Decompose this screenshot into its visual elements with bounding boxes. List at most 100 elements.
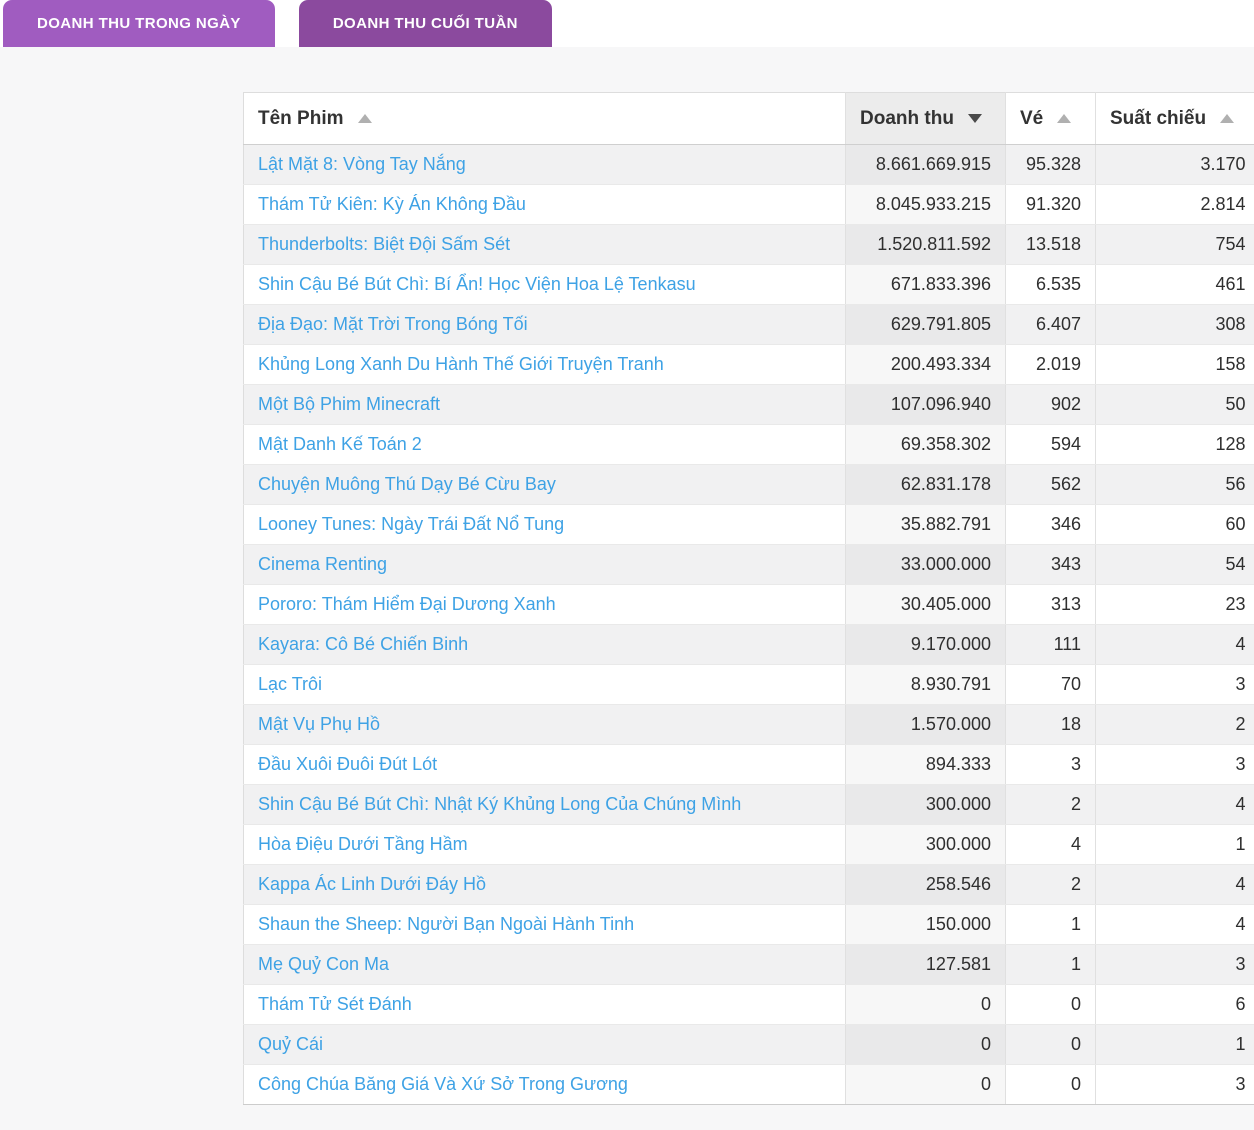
movie-title-link[interactable]: Khủng Long Xanh Du Hành Thế Giới Truyện … (258, 354, 664, 374)
movie-title-link[interactable]: Thunderbolts: Biệt Đội Sấm Sét (258, 234, 510, 254)
column-header-ten-phim[interactable]: Tên Phim (244, 93, 846, 145)
table-header: Tên Phim Doanh thu Vé Suất chiếu (244, 93, 1254, 145)
table-row: Thunderbolts: Biệt Đội Sấm Sét 1.520.811.… (244, 225, 1254, 265)
table-row: Hòa Điệu Dưới Tầng Hầm300.00041 (244, 825, 1254, 865)
tickets-cell: 3 (1006, 745, 1096, 785)
revenue-cell: 300.000 (846, 825, 1006, 865)
movie-title-link[interactable]: Mẹ Quỷ Con Ma (258, 954, 389, 974)
movie-name-cell: Lật Mặt 8: Vòng Tay Nắng (244, 145, 846, 185)
revenue-cell: 8.661.669.915 (846, 145, 1006, 185)
showings-cell: 3 (1096, 1065, 1254, 1105)
sort-asc-icon (1057, 114, 1071, 123)
showings-cell: 4 (1096, 625, 1254, 665)
table-row: Kappa Ác Linh Dưới Đáy Hồ258.54624 (244, 865, 1254, 905)
revenue-cell: 0 (846, 985, 1006, 1025)
tab-doanh-thu-cuoi-tuan[interactable]: DOANH THU CUỐI TUẦN (299, 0, 552, 47)
showings-cell: 3 (1096, 945, 1254, 985)
sort-asc-icon (1220, 114, 1234, 123)
table-row: Công Chúa Băng Giá Và Xứ Sở Trong Gương0… (244, 1065, 1254, 1105)
tickets-cell: 346 (1006, 505, 1096, 545)
column-header-suat-chieu[interactable]: Suất chiếu (1096, 93, 1254, 145)
tickets-cell: 313 (1006, 585, 1096, 625)
tabs-bar: DOANH THU TRONG NGÀY DOANH THU CUỐI TUẦN (0, 0, 1254, 47)
movie-title-link[interactable]: Địa Đạo: Mặt Trời Trong Bóng Tối (258, 314, 528, 334)
table-row: Looney Tunes: Ngày Trái Đất Nổ Tung35.88… (244, 505, 1254, 545)
tickets-cell: 0 (1006, 1025, 1096, 1065)
movie-title-link[interactable]: Looney Tunes: Ngày Trái Đất Nổ Tung (258, 514, 564, 534)
movie-title-link[interactable]: Hòa Điệu Dưới Tầng Hầm (258, 834, 468, 854)
revenue-cell: 127.581 (846, 945, 1006, 985)
column-header-label: Tên Phim (258, 108, 344, 129)
tab-doanh-thu-trong-ngay[interactable]: DOANH THU TRONG NGÀY (3, 0, 275, 47)
column-header-ve[interactable]: Vé (1006, 93, 1096, 145)
tickets-cell: 18 (1006, 705, 1096, 745)
movie-title-link[interactable]: Đầu Xuôi Đuôi Đút Lót (258, 754, 437, 774)
movie-title-link[interactable]: Cinema Renting (258, 554, 387, 574)
movie-name-cell: Shaun the Sheep: Người Bạn Ngoài Hành Ti… (244, 905, 846, 945)
movie-title-link[interactable]: Một Bộ Phim Minecraft (258, 394, 440, 414)
tickets-cell: 70 (1006, 665, 1096, 705)
movie-title-link[interactable]: Lật Mặt 8: Vòng Tay Nắng (258, 154, 466, 174)
movie-title-link[interactable]: Pororo: Thám Hiểm Đại Dương Xanh (258, 594, 556, 614)
showings-cell: 461 (1096, 265, 1254, 305)
movie-name-cell: Một Bộ Phim Minecraft (244, 385, 846, 425)
movie-title-link[interactable]: Thám Tử Sét Đánh (258, 994, 412, 1014)
showings-cell: 158 (1096, 345, 1254, 385)
movie-title-link[interactable]: Mật Vụ Phụ Hồ (258, 714, 380, 734)
tickets-cell: 95.328 (1006, 145, 1096, 185)
movie-name-cell: Khủng Long Xanh Du Hành Thế Giới Truyện … (244, 345, 846, 385)
movie-title-link[interactable]: Shin Cậu Bé Bút Chì: Bí Ẩn! Học Viện Hoa… (258, 274, 696, 294)
page-background: Tên Phim Doanh thu Vé Suất chiếu Lật Mặt… (0, 47, 1254, 1130)
table-row: Shaun the Sheep: Người Bạn Ngoài Hành Ti… (244, 905, 1254, 945)
table-row: Cinema Renting33.000.00034354 (244, 545, 1254, 585)
showings-cell: 2.814 (1096, 185, 1254, 225)
movie-title-link[interactable]: Shin Cậu Bé Bút Chì: Nhật Ký Khủng Long … (258, 794, 741, 814)
showings-cell: 128 (1096, 425, 1254, 465)
showings-cell: 3 (1096, 665, 1254, 705)
movie-title-link[interactable]: Lạc Trôi (258, 674, 322, 694)
tickets-cell: 1 (1006, 905, 1096, 945)
tickets-cell: 2 (1006, 865, 1096, 905)
tickets-cell: 4 (1006, 825, 1096, 865)
movie-title-link[interactable]: Chuyện Muông Thú Dạy Bé Cừu Bay (258, 474, 556, 494)
revenue-cell: 894.333 (846, 745, 1006, 785)
sort-desc-icon (968, 114, 982, 123)
showings-cell: 54 (1096, 545, 1254, 585)
revenue-cell: 300.000 (846, 785, 1006, 825)
tickets-cell: 13.518 (1006, 225, 1096, 265)
revenue-cell: 671.833.396 (846, 265, 1006, 305)
movie-name-cell: Mật Vụ Phụ Hồ (244, 705, 846, 745)
movie-title-link[interactable]: Shaun the Sheep: Người Bạn Ngoài Hành Ti… (258, 914, 634, 934)
table-row: Địa Đạo: Mặt Trời Trong Bóng Tối629.791.… (244, 305, 1254, 345)
movie-name-cell: Cinema Renting (244, 545, 846, 585)
table-row: Lật Mặt 8: Vòng Tay Nắng 8.661.669.91595.… (244, 145, 1254, 185)
movie-title-link[interactable]: Kappa Ác Linh Dưới Đáy Hồ (258, 874, 486, 894)
revenue-cell: 107.096.940 (846, 385, 1006, 425)
table-row: Thám Tử Sét Đánh006 (244, 985, 1254, 1025)
movie-name-cell: Lạc Trôi (244, 665, 846, 705)
movie-title-link[interactable]: Công Chúa Băng Giá Và Xứ Sở Trong Gương (258, 1074, 628, 1094)
showings-cell: 3.170 (1096, 145, 1254, 185)
revenue-cell: 1.520.811.592 (846, 225, 1006, 265)
movie-title-link[interactable]: Quỷ Cái (258, 1034, 323, 1054)
tickets-cell: 2.019 (1006, 345, 1096, 385)
tickets-cell: 111 (1006, 625, 1096, 665)
revenue-cell: 0 (846, 1025, 1006, 1065)
movie-title-link[interactable]: Thám Tử Kiên: Kỳ Án Không Đầu (258, 194, 526, 214)
showings-cell: 4 (1096, 905, 1254, 945)
column-header-doanh-thu[interactable]: Doanh thu (846, 93, 1006, 145)
movie-title-link[interactable]: Kayara: Cô Bé Chiến Binh (258, 634, 468, 654)
showings-cell: 754 (1096, 225, 1254, 265)
movie-name-cell: Mẹ Quỷ Con Ma (244, 945, 846, 985)
table-row: Khủng Long Xanh Du Hành Thế Giới Truyện … (244, 345, 1254, 385)
movie-title-link[interactable]: Mật Danh Kế Toán 2 (258, 434, 422, 454)
movie-name-cell: Địa Đạo: Mặt Trời Trong Bóng Tối (244, 305, 846, 345)
table-row: Shin Cậu Bé Bút Chì: Bí Ẩn! Học Viện Hoa… (244, 265, 1254, 305)
table-row: Thám Tử Kiên: Kỳ Án Không Đầu8.045.933.2… (244, 185, 1254, 225)
tickets-cell: 6.407 (1006, 305, 1096, 345)
movie-name-cell: Thunderbolts: Biệt Đội Sấm Sét (244, 225, 846, 265)
movie-name-cell: Pororo: Thám Hiểm Đại Dương Xanh (244, 585, 846, 625)
revenue-cell: 8.930.791 (846, 665, 1006, 705)
table-row: Lạc Trôi 8.930.791703 (244, 665, 1254, 705)
movie-name-cell: Shin Cậu Bé Bút Chì: Nhật Ký Khủng Long … (244, 785, 846, 825)
